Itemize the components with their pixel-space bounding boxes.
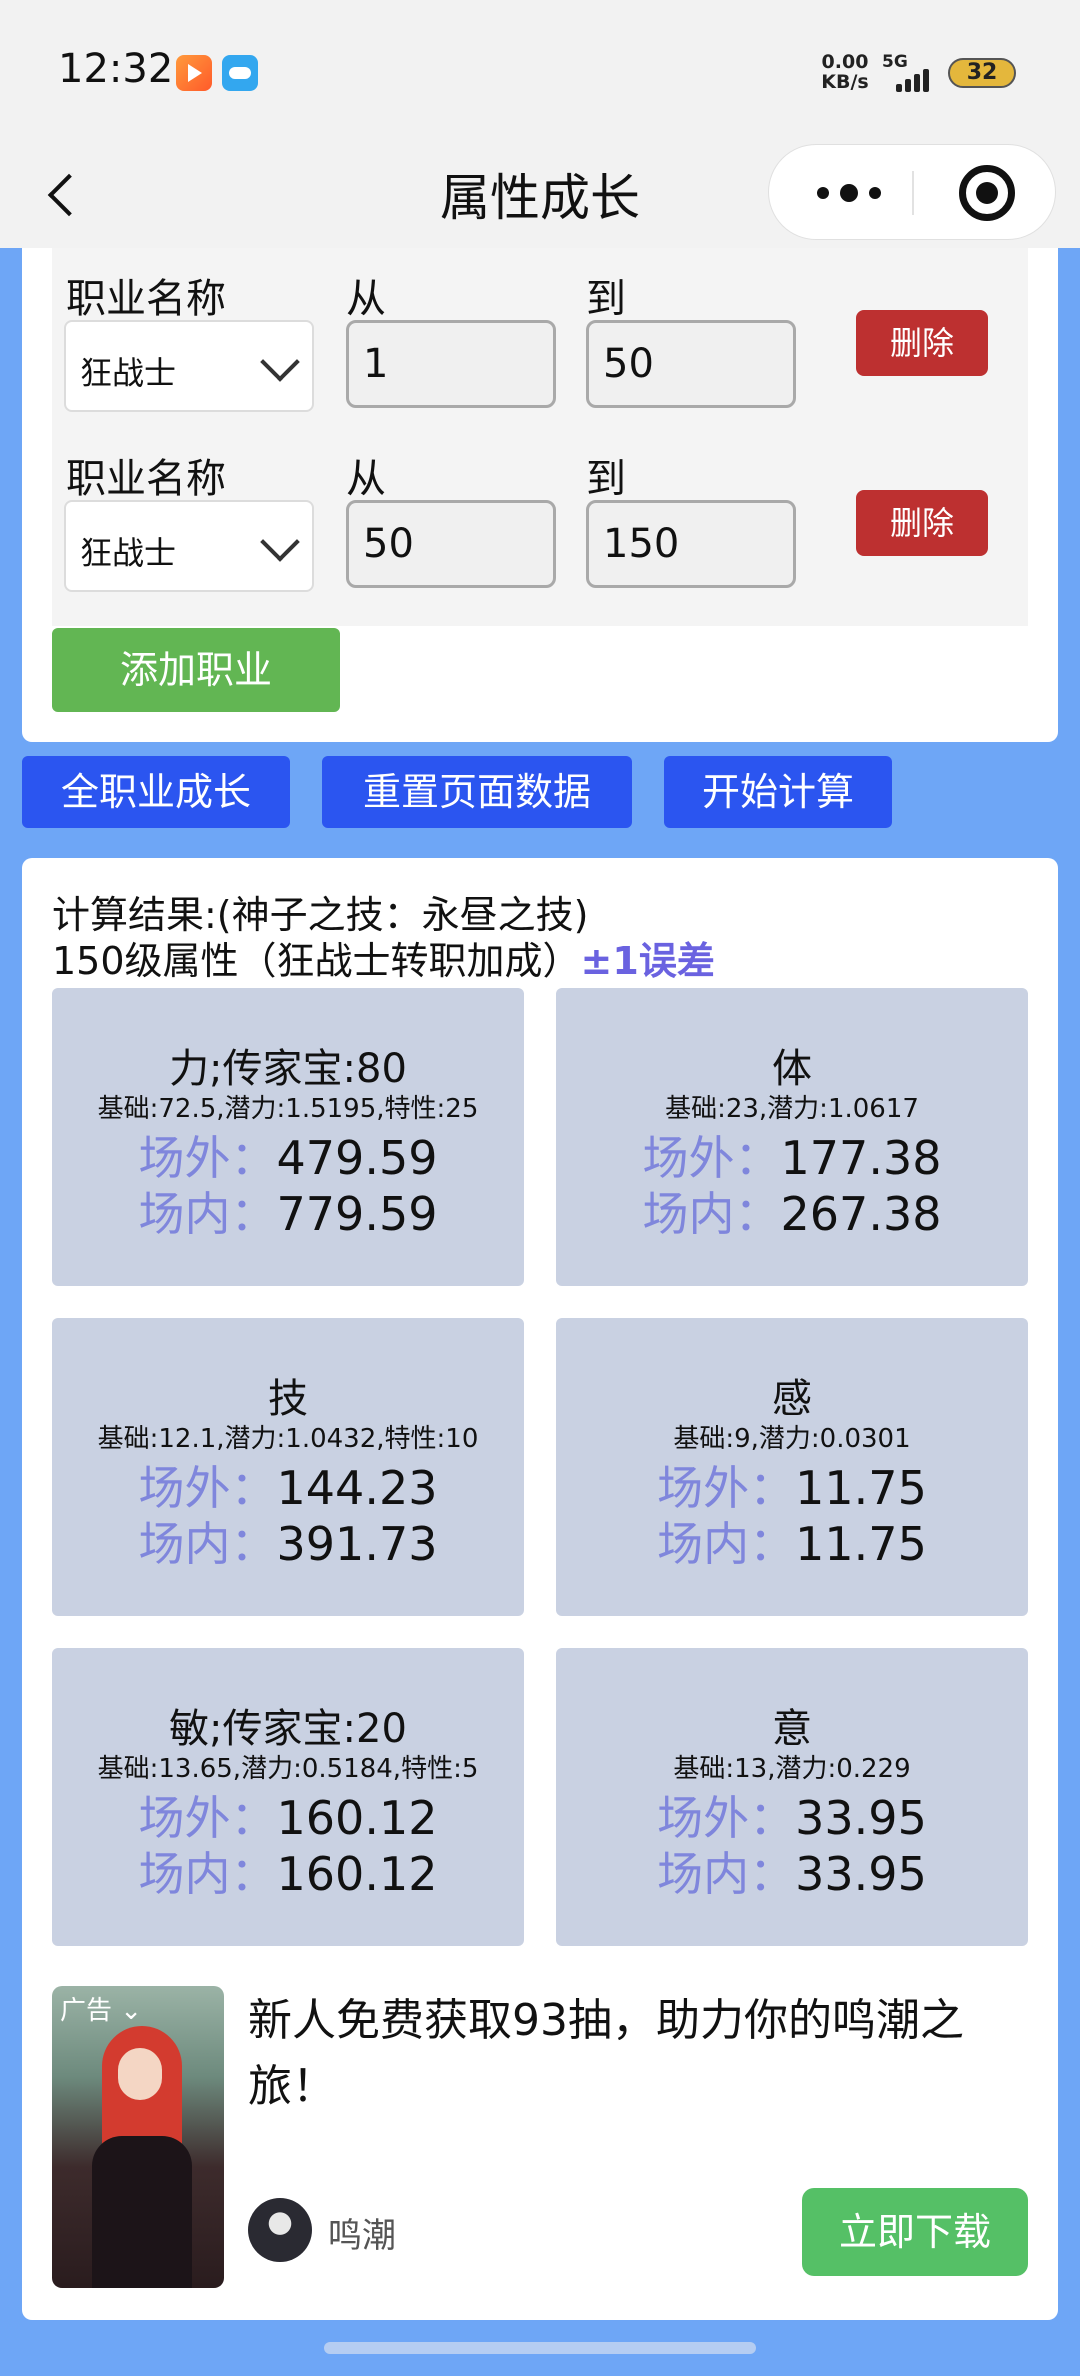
stat-inside: 场内：267.38 (642, 1187, 942, 1241)
from-level-input[interactable]: 1 (346, 320, 556, 408)
ad-character-body (92, 2136, 192, 2288)
stat-name: 意 (772, 1706, 812, 1752)
results-subtitle: 150级属性（狂战士转职加成）±1误差 (52, 939, 715, 983)
delete-button[interactable]: 删除 (856, 310, 988, 376)
job-select[interactable]: 狂战士 (64, 320, 314, 412)
nav-bar: 属性成长 (0, 140, 1080, 248)
ad-brand-avatar (248, 2198, 312, 2262)
job-select-value: 狂战士 (80, 354, 177, 392)
more-icon[interactable] (809, 175, 889, 211)
ad-brand-name: 鸣潮 (328, 2216, 396, 2256)
stat-card: 感 基础:9,潜力:0.0301 场外：11.75 场内：11.75 (556, 1318, 1028, 1616)
stat-card: 意 基础:13,潜力:0.229 场外：33.95 场内：33.95 (556, 1648, 1028, 1946)
job-name-label: 职业名称 (66, 456, 226, 502)
stat-inside: 场内：33.95 (657, 1847, 927, 1901)
error-margin: ±1误差 (580, 939, 715, 983)
stat-base: 基础:72.5,潜力:1.5195,特性:25 (97, 1094, 479, 1124)
stat-base: 基础:13,潜力:0.229 (673, 1754, 911, 1784)
status-bar: 12:32 0.00 KB/s 5G 32 (0, 0, 1080, 140)
chevron-down-icon (260, 342, 300, 382)
ad-character-face (118, 2048, 162, 2100)
download-button[interactable]: 立即下载 (802, 2188, 1028, 2276)
reset-page-button[interactable]: 重置页面数据 (322, 756, 632, 828)
from-label: 从 (346, 276, 386, 322)
delete-button[interactable]: 删除 (856, 490, 988, 556)
stat-name: 敏;传家宝:20 (169, 1706, 407, 1752)
job-select-value: 狂战士 (80, 534, 177, 572)
results-panel: 计算结果:(神子之技：永昼之技) 150级属性（狂战士转职加成）±1误差 力;传… (22, 858, 1058, 2320)
to-level-input[interactable]: 50 (586, 320, 796, 408)
job-config-panel: 职业名称 从 到 狂战士 1 50 删除 职业名称 从 到 狂战士 50 150… (22, 248, 1058, 742)
job-name-label: 职业名称 (66, 276, 226, 322)
job-select[interactable]: 狂战士 (64, 500, 314, 592)
to-label: 到 (586, 456, 626, 502)
stat-card: 力;传家宝:80 基础:72.5,潜力:1.5195,特性:25 场外：479.… (52, 988, 524, 1286)
stat-inside: 场内：11.75 (657, 1517, 927, 1571)
to-level-input[interactable]: 150 (586, 500, 796, 588)
stat-name: 体 (772, 1046, 812, 1092)
capsule-divider (912, 171, 914, 215)
chevron-down-icon (260, 522, 300, 562)
status-time: 12:32 (58, 46, 174, 92)
video-app-icon (176, 55, 212, 91)
stat-card: 体 基础:23,潜力:1.0617 场外：177.38 场内：267.38 (556, 988, 1028, 1286)
network-speed: 0.00 KB/s (821, 51, 869, 93)
stat-base: 基础:23,潜力:1.0617 (665, 1094, 919, 1124)
ad-tag[interactable]: 广告 ⌄ (60, 1990, 142, 2027)
home-indicator[interactable] (324, 2342, 756, 2354)
stat-inside: 场内：160.12 (138, 1847, 438, 1901)
battery-icon: 32 (948, 58, 1016, 88)
stat-name: 技 (268, 1376, 308, 1422)
stat-name: 力;传家宝:80 (169, 1046, 407, 1092)
from-label: 从 (346, 456, 386, 502)
job-row: 职业名称 从 到 狂战士 1 50 删除 (52, 248, 1028, 412)
signal-icon (896, 64, 938, 92)
stat-card: 敏;传家宝:20 基础:13.65,潜力:0.5184,特性:5 场外：160.… (52, 1648, 524, 1946)
stat-inside: 场内：391.73 (138, 1517, 438, 1571)
stat-name: 感 (772, 1376, 812, 1422)
stat-base: 基础:9,潜力:0.0301 (673, 1424, 911, 1454)
to-label: 到 (586, 276, 626, 322)
from-level-input[interactable]: 50 (346, 500, 556, 588)
weather-app-icon (222, 55, 258, 91)
all-jobs-growth-button[interactable]: 全职业成长 (22, 756, 290, 828)
job-row: 职业名称 从 到 狂战士 50 150 删除 (52, 428, 1028, 592)
close-mini-program-icon[interactable] (959, 165, 1015, 221)
stat-inside: 场内：779.59 (138, 1187, 438, 1241)
calculate-button[interactable]: 开始计算 (664, 756, 892, 828)
job-list: 职业名称 从 到 狂战士 1 50 删除 职业名称 从 到 狂战士 50 150… (52, 248, 1028, 626)
add-job-button[interactable]: 添加职业 (52, 628, 340, 712)
stat-card: 技 基础:12.1,潜力:1.0432,特性:10 场外：144.23 场内：3… (52, 1318, 524, 1616)
stat-base: 基础:13.65,潜力:0.5184,特性:5 (97, 1754, 479, 1784)
ad-text[interactable]: 新人免费获取93抽，助力你的鸣潮之旅！ (248, 1988, 1038, 2120)
mini-program-capsule (768, 144, 1056, 240)
stat-base: 基础:12.1,潜力:1.0432,特性:10 (97, 1424, 479, 1454)
ad-image[interactable]: 广告 ⌄ (52, 1986, 224, 2288)
